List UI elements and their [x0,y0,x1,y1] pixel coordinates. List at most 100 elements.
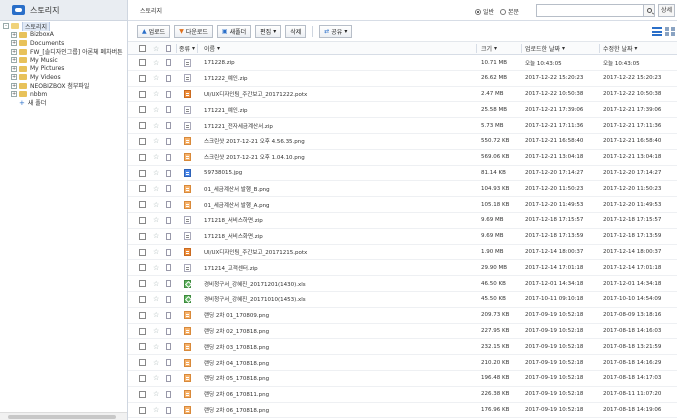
table-row[interactable]: ☆ 랜딩 2차 05_170818.png 196.48 KB 2017-09-19 … [128,371,677,387]
expand-toggle-icon[interactable]: + [11,40,17,47]
table-row[interactable]: ☆ 랜딩 2차 03_170818.png 232.15 KB 2017-09-19 … [128,339,677,356]
tree-node[interactable]: + BizboxA [0,31,127,40]
row-checkbox-cell[interactable] [139,181,146,196]
new-folder-button[interactable]: ▣ 새폴더 [216,24,252,38]
table-row[interactable]: ☆ 경비청구서_강혜진_20171201(1430).xls 46.50 KB 201… [128,276,677,292]
row-checkbox-cell[interactable] [139,403,146,418]
expand-toggle-icon[interactable]: - [3,23,9,30]
file-name[interactable]: 171222_예인.zip [204,71,248,86]
table-row[interactable]: ☆ 랜딩 2차 01_170809.png 209.73 KB 2017-09-19 … [128,308,677,324]
file-name[interactable]: 01_세금계산서 발행_A.png [204,197,270,212]
row-checkbox-cell[interactable] [139,134,146,149]
row-checkbox-cell[interactable] [139,308,146,323]
row-checkbox-cell[interactable] [139,260,146,275]
file-name[interactable]: 랜딩 2차 03_170818.png [204,339,269,354]
file-name[interactable]: 59738015.jpg [204,166,242,181]
favorite-star-cell[interactable]: ☆ [153,387,159,402]
file-name[interactable]: 171218_서비스화면.zip [204,229,263,244]
column-size[interactable]: 크기 ▾ [481,42,497,55]
expand-toggle-icon[interactable]: + [11,48,17,55]
table-row[interactable]: ☆ 171221_전자세금계산서.zip 5.73 MB 2017-12-21 17:… [128,118,677,134]
edit-button[interactable]: 편집 ▾ [255,24,282,38]
file-name[interactable]: 랜딩 2차 02_170818.png [204,324,269,339]
file-name[interactable]: 랜딩 2차 04_170818.png [204,355,269,370]
favorite-star-cell[interactable]: ☆ [153,308,159,323]
favorite-star-cell[interactable]: ☆ [153,355,159,370]
expand-toggle-icon[interactable]: + [11,91,17,98]
row-checkbox-cell[interactable] [139,276,146,291]
tree-node[interactable]: + NEOBIZBOX 첨부파일 [0,82,127,90]
row-checkbox[interactable] [139,390,146,398]
file-name[interactable]: 171218_서비스하면.zip [204,213,263,228]
file-name[interactable]: UI/UX디자인팀_주간보고_20171222.potx [204,87,307,102]
row-checkbox-cell[interactable] [139,387,146,402]
table-row[interactable]: ☆ 171218_서비스화면.zip 9.69 MB 2017-12-18 17:13… [128,229,677,245]
file-name[interactable]: 171221_예인.zip [204,102,248,117]
row-checkbox[interactable] [139,90,146,98]
row-checkbox-cell[interactable] [139,355,146,370]
file-name[interactable]: 스크린샷 2017-12-21 오후 4.56.35.png [204,134,305,149]
file-name[interactable]: 랜딩 2차 06_170811.png [204,387,269,402]
favorite-star-cell[interactable]: ☆ [153,229,159,244]
upload-button[interactable]: ▲ 업로드 [137,24,171,38]
star-icon[interactable]: ☆ [153,295,159,303]
star-icon[interactable]: ☆ [153,374,159,382]
column-type[interactable]: 종류 ▾ [179,42,195,55]
row-checkbox[interactable] [139,106,146,114]
favorite-star-cell[interactable]: ☆ [153,245,159,260]
file-name[interactable]: 랜딩 2차 06_170818.png [204,403,269,418]
column-uploaded[interactable]: 업로드한 날짜 ▾ [525,42,565,55]
star-icon[interactable]: ☆ [153,232,159,240]
star-icon[interactable]: ☆ [153,169,159,177]
expand-toggle-icon[interactable]: + [11,74,17,81]
row-checkbox[interactable] [139,232,146,240]
star-icon[interactable]: ☆ [153,280,159,288]
radio-dot[interactable] [500,8,506,15]
tree-node[interactable]: + FW_[솔디자인그룹] 아론체 폐차버튼 [0,48,127,56]
row-checkbox-cell[interactable] [139,292,146,307]
star-icon[interactable]: ☆ [153,327,159,335]
table-row[interactable]: ☆ 01_세금계산서 발행_B.png 104.93 KB 2017-12-20 11… [128,181,677,198]
sidebar-horizontal-scrollbar[interactable] [0,412,127,420]
file-name[interactable]: 01_세금계산서 발행_B.png [204,181,270,196]
table-row[interactable]: ☆ 171222_예인.zip 26.62 MB 2017-12-22 15:20:2… [128,71,677,87]
tree-node[interactable]: + My Pictures [0,65,127,74]
file-name[interactable]: 스크린샷 2017-12-21 오후 1.04.10.png [204,150,305,165]
favorite-star-cell[interactable]: ☆ [153,55,159,70]
star-icon[interactable]: ☆ [153,90,159,98]
star-icon[interactable]: ☆ [153,359,159,367]
favorite-star-cell[interactable]: ☆ [153,292,159,307]
row-checkbox[interactable] [139,122,146,130]
tree-node[interactable]: + nbbm [0,90,127,99]
row-checkbox[interactable] [139,327,146,335]
favorite-star-cell[interactable]: ☆ [153,118,159,133]
row-checkbox[interactable] [139,264,146,272]
row-checkbox[interactable] [139,280,146,288]
tree-node[interactable]: + My Music [0,56,127,65]
star-icon[interactable]: ☆ [153,185,159,193]
row-checkbox-cell[interactable] [139,118,146,133]
star-icon[interactable]: ☆ [153,122,159,130]
table-row[interactable]: ☆ 171214_고객센터.zip 29.90 MB 2017-12-14 17:01… [128,260,677,277]
favorite-star-cell[interactable]: ☆ [153,134,159,149]
breadcrumb[interactable]: 스토리지 [140,6,162,15]
expand-toggle-icon[interactable]: + [11,82,17,89]
row-checkbox-cell[interactable] [139,55,146,70]
star-icon[interactable]: ☆ [153,264,159,272]
row-checkbox[interactable] [139,59,146,66]
row-checkbox[interactable] [139,248,146,256]
favorite-star-cell[interactable]: ☆ [153,324,159,339]
file-name[interactable]: 랜딩 2차 05_170818.png [204,371,269,386]
star-icon[interactable]: ☆ [153,343,159,351]
table-row[interactable]: ☆ 스크린샷 2017-12-21 오후 1.04.10.png 569.06 KB… [128,150,677,166]
favorite-star-cell[interactable]: ☆ [153,403,159,418]
row-checkbox[interactable] [139,295,146,303]
row-checkbox[interactable] [139,311,146,319]
row-checkbox[interactable] [139,153,146,161]
table-row[interactable]: ☆ 171218_서비스하면.zip 9.69 MB 2017-12-18 17:15… [128,213,677,229]
select-all-checkbox[interactable] [139,45,146,52]
row-checkbox-cell[interactable] [139,229,146,244]
row-checkbox-cell[interactable] [139,150,146,165]
star-icon[interactable]: ☆ [153,74,159,82]
row-checkbox-cell[interactable] [139,371,146,386]
